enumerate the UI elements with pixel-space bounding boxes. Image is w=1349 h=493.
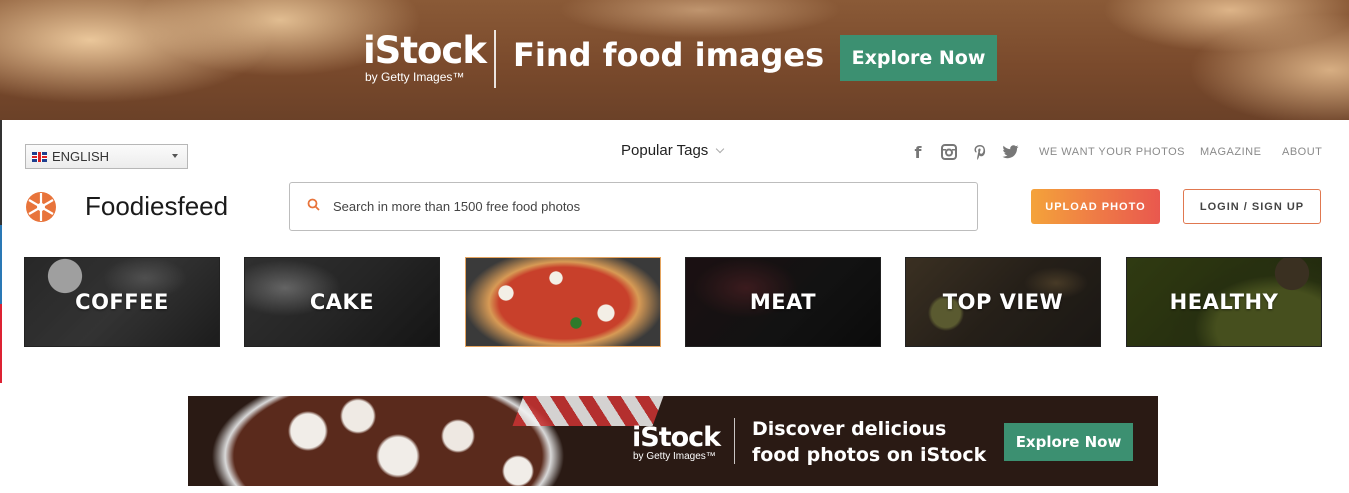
banner-divider: [494, 30, 496, 88]
category-label: MEAT: [749, 290, 817, 314]
site-name[interactable]: Foodiesfeed: [85, 191, 228, 222]
category-label: HEALTHY: [1169, 290, 1279, 314]
pinterest-icon[interactable]: [972, 143, 988, 161]
twitter-icon[interactable]: [1001, 143, 1019, 161]
uk-flag-icon: [32, 151, 47, 162]
category-coffee[interactable]: COFFEE: [24, 257, 220, 347]
istock-logo-word: iStock: [632, 422, 721, 453]
bottom-ad-banner[interactable]: iStock by Getty Images™ Discover delicio…: [188, 396, 1158, 486]
search-input[interactable]: [333, 199, 933, 214]
istock-logo: iStock by Getty Images™: [363, 29, 487, 84]
istock-logo-sub: by Getty Images™: [365, 70, 465, 84]
istock-logo-sub: by Getty Images™: [633, 451, 716, 462]
top-ad-banner[interactable]: iStock by Getty Images™ Find food images…: [0, 0, 1349, 120]
banner-headline: Find food images: [513, 36, 825, 74]
category-healthy[interactable]: HEALTHY: [1126, 257, 1322, 347]
istock-logo-word: iStock: [363, 29, 487, 72]
category-cake[interactable]: CAKE: [244, 257, 440, 347]
popular-tags-menu[interactable]: Popular Tags: [621, 142, 725, 159]
popular-tags-label: Popular Tags: [621, 142, 709, 159]
chevron-down-icon: [716, 144, 725, 153]
category-pizza-hovered[interactable]: [465, 257, 661, 347]
category-label: TOP VIEW: [942, 290, 1064, 314]
category-meat[interactable]: MEAT: [685, 257, 881, 347]
upload-photo-button[interactable]: UPLOAD PHOTO: [1031, 189, 1160, 224]
explore-now-button[interactable]: Explore Now: [840, 35, 997, 81]
foodiesfeed-logo-icon[interactable]: [25, 191, 57, 223]
facebook-icon[interactable]: f: [910, 143, 926, 162]
banner-headline-line1: Discover delicious: [752, 418, 947, 440]
left-edge-strip: [0, 120, 2, 383]
login-signup-button[interactable]: LOGIN / SIGN UP: [1183, 189, 1321, 224]
banner-headline: Discover delicious food photos on iStock: [752, 416, 986, 468]
explore-now-button[interactable]: Explore Now: [1004, 423, 1133, 461]
language-label: ENGLISH: [52, 149, 110, 164]
link-about[interactable]: ABOUT: [1282, 146, 1322, 158]
link-magazine[interactable]: MAGAZINE: [1200, 146, 1261, 158]
banner-divider: [734, 418, 735, 464]
search-bar[interactable]: [289, 182, 978, 231]
istock-logo: iStock by Getty Images™: [632, 422, 721, 462]
category-top-view[interactable]: TOP VIEW: [905, 257, 1101, 347]
banner-headline-line2: food photos on iStock: [752, 444, 987, 466]
category-label: CAKE: [309, 290, 375, 314]
caret-down-icon: [172, 154, 178, 158]
instagram-icon[interactable]: [940, 143, 958, 161]
language-select[interactable]: ENGLISH: [25, 144, 188, 169]
category-label: COFFEE: [75, 290, 169, 314]
search-icon: [307, 198, 320, 216]
link-want-your-photos[interactable]: WE WANT YOUR PHOTOS: [1039, 146, 1185, 158]
tile-overlay: [466, 258, 660, 346]
